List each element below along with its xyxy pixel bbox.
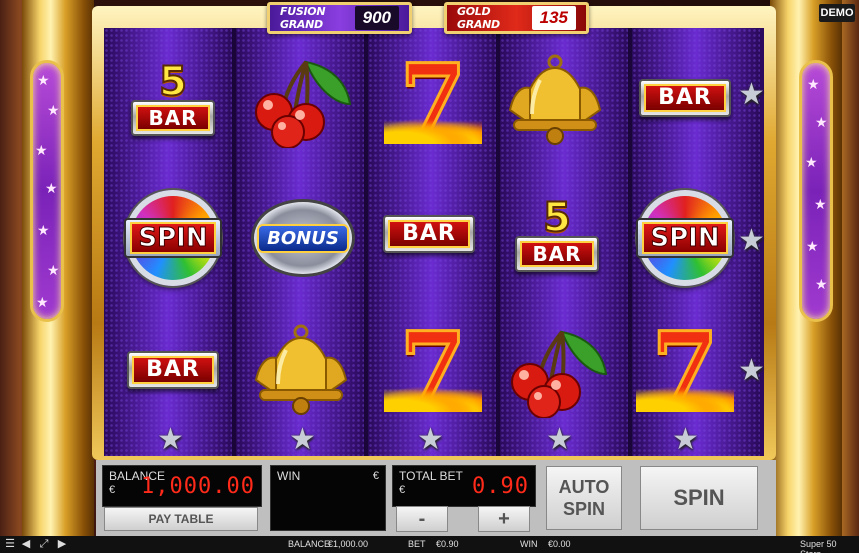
- spin-text: SPIN: [642, 222, 728, 254]
- reel-divider: [364, 28, 368, 456]
- fullscreen-icon[interactable]: ⤢: [38, 538, 50, 550]
- symbol-bell: [246, 322, 356, 418]
- status-balance-label: BALANCE: [288, 539, 331, 549]
- sound-icon[interactable]: ◀: [20, 538, 32, 550]
- star-icon: ★: [672, 423, 699, 456]
- bar-text: BAR: [132, 356, 214, 384]
- flames-decoration: [384, 116, 482, 144]
- symbol-seven: 7: [378, 50, 488, 149]
- status-balance-value: €1,000.00: [328, 539, 369, 549]
- win-display: WIN €: [270, 465, 386, 531]
- demo-badge: DEMO: [819, 4, 855, 22]
- jackpot-value: 900: [354, 6, 399, 30]
- jackpot-name: FUSION GRAND: [280, 5, 326, 31]
- auto-spin-button[interactable]: AUTO SPIN: [546, 466, 622, 530]
- balance-value: 1,000.00: [141, 474, 255, 499]
- symbol-spin: SPIN: [118, 190, 228, 286]
- spin-button[interactable]: SPIN: [640, 466, 758, 530]
- symbol-seven: 7: [630, 318, 740, 417]
- jackpot-name: GOLD GRAND: [457, 5, 500, 31]
- status-bet-label: BET: [408, 539, 426, 549]
- right-star-panel: ★ ★ ★ ★ ★ ★: [799, 60, 833, 322]
- star-icon: ★: [417, 423, 444, 456]
- status-bet-value: €0.90: [436, 539, 459, 549]
- menu-icon[interactable]: ☰: [4, 538, 16, 550]
- cherries-icon: [255, 60, 352, 148]
- symbol-bar: BAR: [630, 50, 740, 146]
- spin-text: SPIN: [130, 222, 216, 254]
- status-bar: ☰ ◀ ⤢ ▶ BALANCE €1,000.00 BET €0.90 WIN …: [0, 536, 859, 553]
- star-icon: ★: [546, 423, 573, 456]
- bell-icon: [254, 324, 348, 415]
- star-icon: ★: [289, 423, 316, 456]
- star-icon: ★: [738, 224, 765, 257]
- cherries-icon: [511, 330, 608, 418]
- flames-decoration: [384, 384, 482, 412]
- play-icon[interactable]: ▶: [56, 538, 68, 550]
- game-title: Super 50 Stars: [800, 539, 837, 553]
- status-win-label: WIN: [520, 539, 538, 549]
- pay-table-button[interactable]: PAY TABLE: [104, 507, 258, 531]
- symbol-cherries: [502, 322, 612, 418]
- symbol-five-bar: 5 BAR: [118, 52, 228, 148]
- flames-decoration: [636, 384, 734, 412]
- jackpot-value: 135: [531, 6, 576, 30]
- total-bet-label: TOTAL BET: [399, 469, 463, 483]
- currency-symbol: €: [399, 484, 406, 496]
- symbol-seven: 7: [378, 318, 488, 417]
- total-bet-value: 0.90: [472, 474, 529, 499]
- symbol-bonus: BONUS: [248, 190, 358, 286]
- five-digit: 5: [542, 195, 572, 241]
- star-icon: ★: [157, 423, 184, 456]
- bonus-text: BONUS: [257, 223, 349, 253]
- fusion-grand-jackpot: FUSION GRAND 900: [267, 2, 412, 34]
- status-win-value: €0.00: [548, 539, 571, 549]
- bar-text: BAR: [388, 220, 470, 248]
- bar-text: BAR: [136, 105, 210, 131]
- bell-icon: [508, 54, 602, 145]
- decrease-bet-button[interactable]: -: [396, 506, 448, 532]
- gold-grand-jackpot: GOLD GRAND 135: [444, 2, 589, 34]
- star-icon: ★: [738, 78, 765, 111]
- symbol-five-bar: 5 BAR: [502, 188, 612, 284]
- currency-symbol: €: [109, 484, 116, 496]
- balance-display: BALANCE € 1,000.00: [102, 465, 262, 507]
- bar-text: BAR: [644, 84, 726, 112]
- currency-symbol: €: [372, 470, 379, 482]
- reel-divider: [232, 28, 236, 456]
- increase-bet-button[interactable]: +: [478, 506, 530, 532]
- symbol-bell: [500, 52, 610, 148]
- left-star-panel: ★ ★ ★ ★ ★ ★ ★: [30, 60, 64, 322]
- five-digit: 5: [158, 59, 188, 105]
- star-icon: ★: [738, 354, 765, 387]
- total-bet-display: TOTAL BET € 0.90: [392, 465, 536, 507]
- win-label: WIN: [277, 469, 301, 483]
- symbol-spin: SPIN: [630, 190, 740, 286]
- symbol-cherries: [246, 52, 356, 148]
- bar-text: BAR: [520, 241, 594, 267]
- symbol-bar: BAR: [118, 322, 228, 418]
- symbol-bar: BAR: [374, 186, 484, 282]
